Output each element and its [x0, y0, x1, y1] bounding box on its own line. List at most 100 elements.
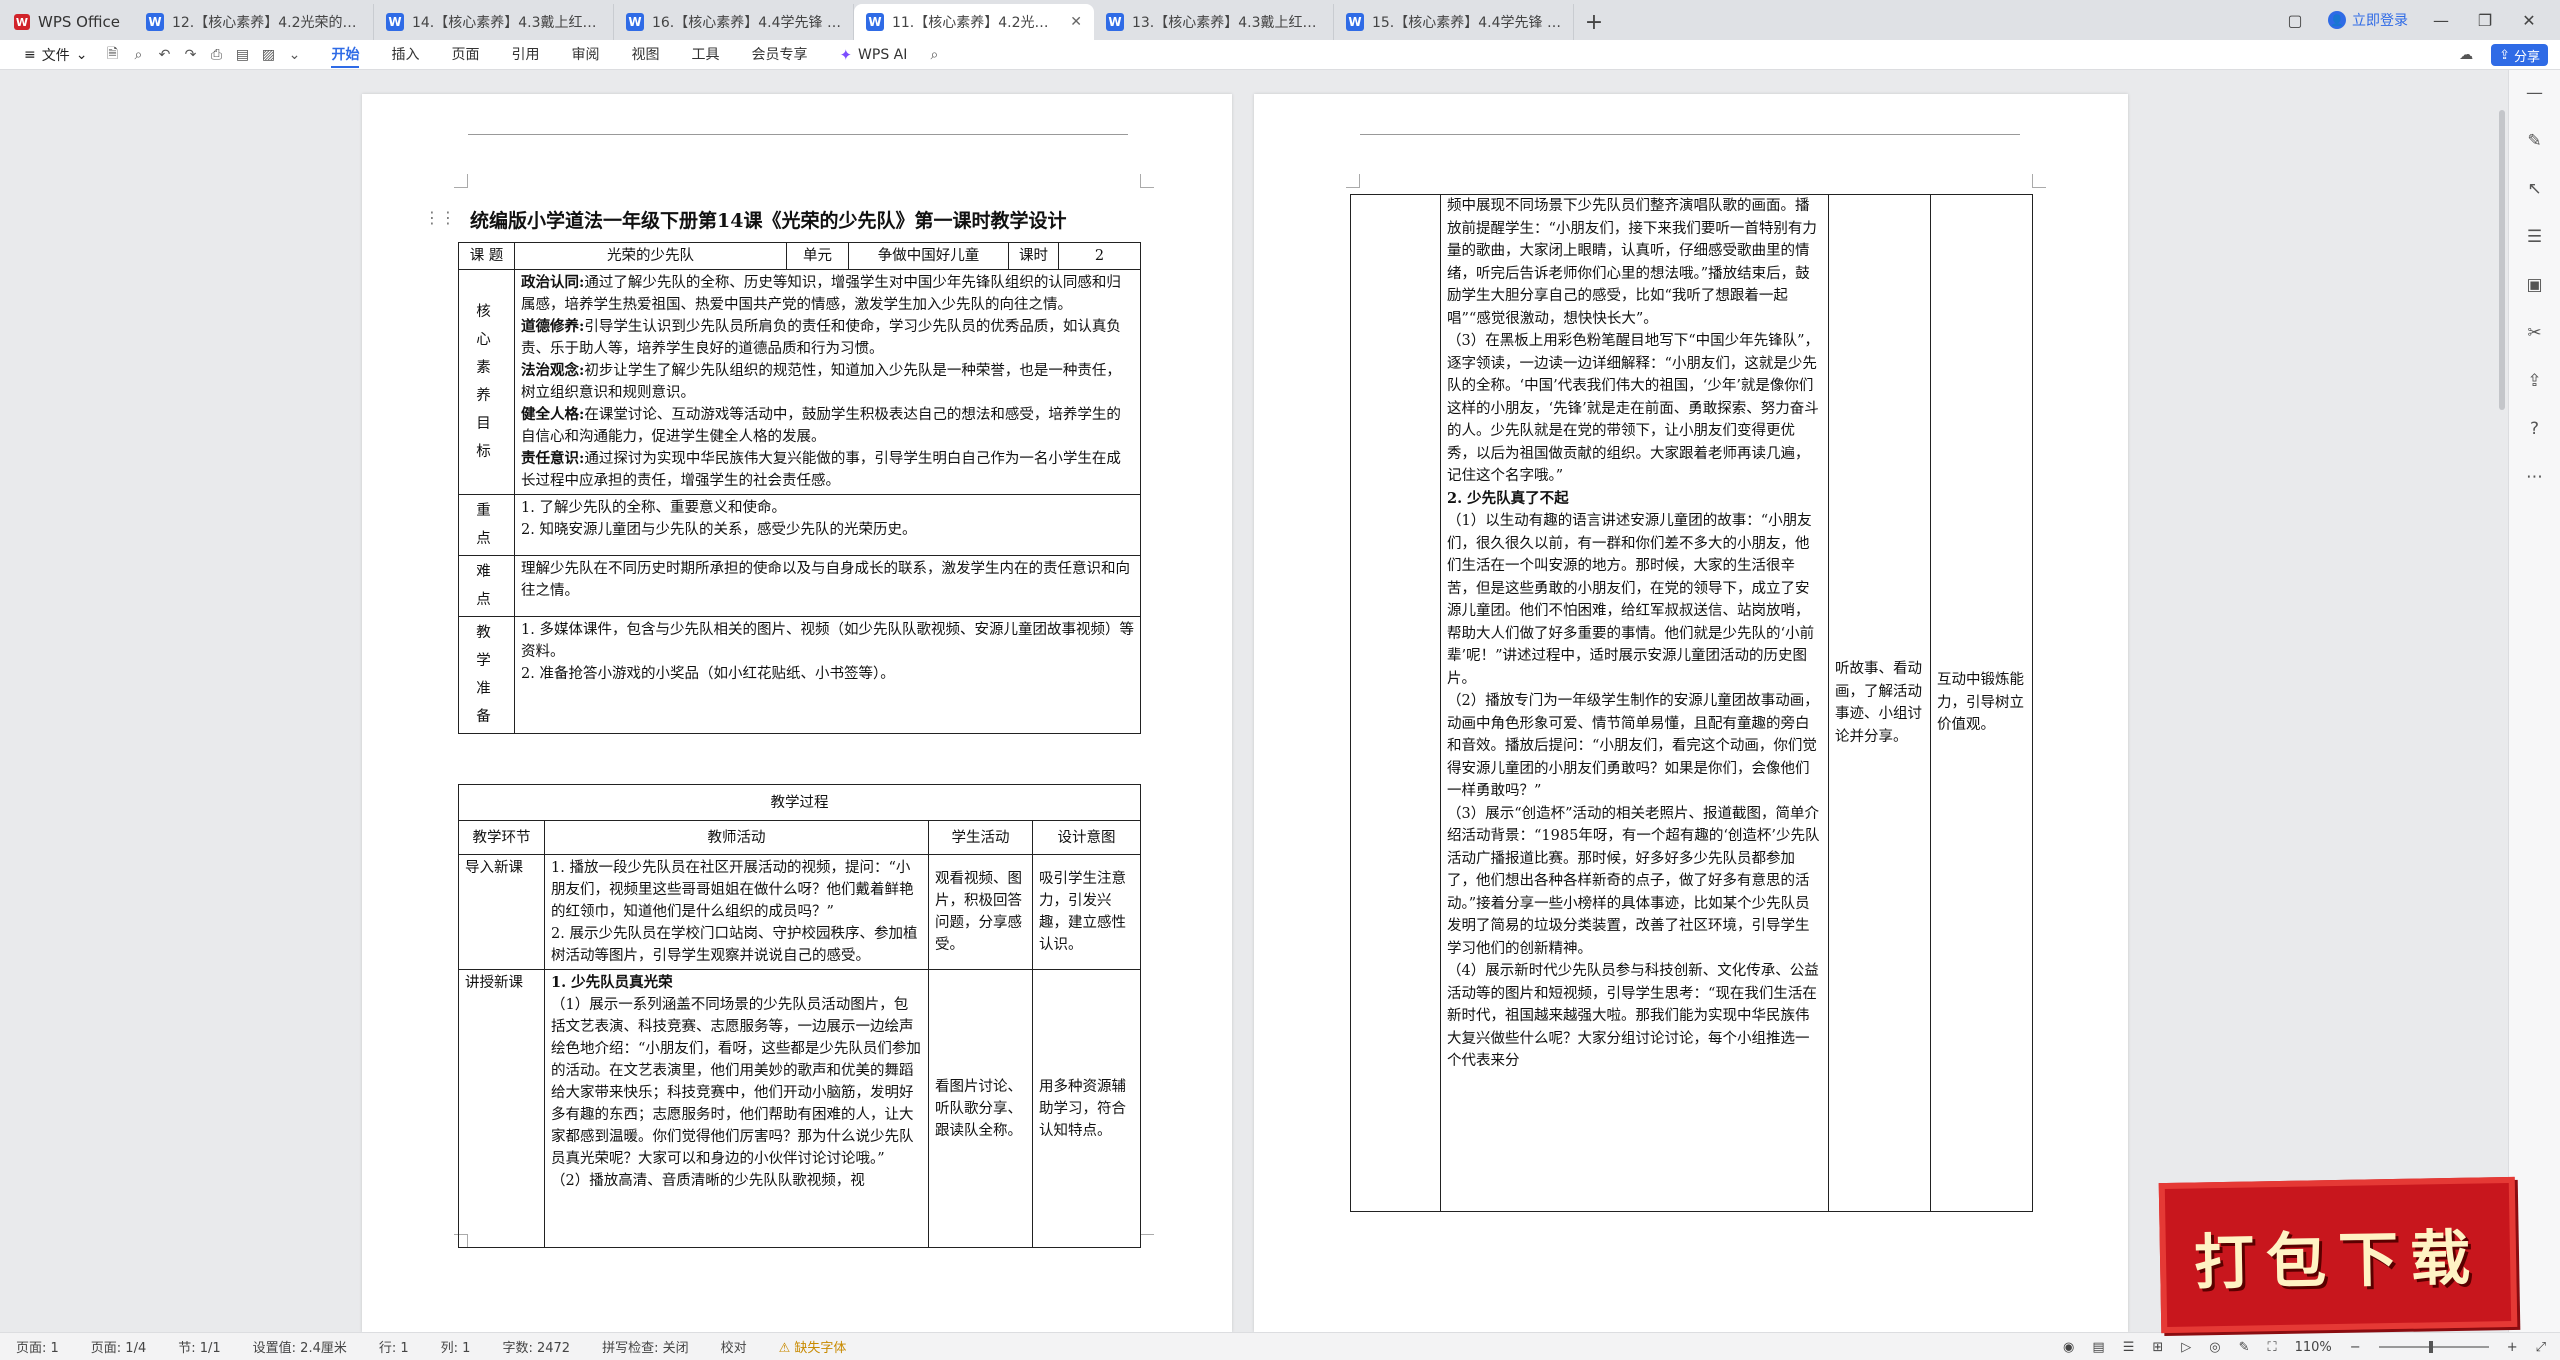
value-period[interactable]: 2	[1058, 242, 1141, 270]
status-spellcheck[interactable]: 拼写检查: 关闭	[586, 1337, 705, 1356]
pen-icon[interactable]: ✎	[2522, 128, 2548, 154]
cloud-sync-icon[interactable]: ☁	[2455, 44, 2477, 66]
close-window-icon[interactable]: ✕	[2518, 11, 2540, 30]
col-header-teacher: 教师活动	[544, 820, 929, 855]
format-painter-icon[interactable]: ▨	[257, 44, 279, 66]
header-line	[1360, 134, 2020, 135]
share-button[interactable]: ⇪ 分享	[2491, 44, 2548, 66]
status-pages[interactable]: 页面: 1/4	[75, 1337, 162, 1356]
doc-tab-2[interactable]: W 14.【核心素养】4.3戴上红领巾 第2课时	[374, 4, 614, 40]
minimize-icon[interactable]: —	[2430, 11, 2452, 30]
outline-view-icon[interactable]: ⊞	[2152, 1340, 2163, 1355]
vertical-scrollbar[interactable]	[2496, 70, 2508, 1332]
word-doc-icon: W	[1345, 13, 1364, 31]
eye-protection-icon[interactable]: ◉	[2063, 1340, 2074, 1355]
doc-tab-3[interactable]: W 16.【核心素养】4.4学先锋 做先锋 第2课时	[614, 4, 854, 40]
doc-tab-6[interactable]: W 15.【核心素养】4.4学先锋 做先锋 第1课时	[1334, 4, 1574, 40]
image-icon[interactable]: ▣	[2522, 272, 2548, 298]
key-points[interactable]: 1. 了解少先队的全称、重要意义和使命。 2. 知晓安源儿童团与少先队的关系，感…	[514, 494, 1141, 556]
doc-tab-1[interactable]: W 12.【核心素养】4.2光荣的少先队 第2课时	[134, 4, 374, 40]
settings-sliders-icon[interactable]: ☰	[2522, 224, 2548, 250]
save-icon[interactable]: 🗎	[101, 44, 123, 66]
status-col[interactable]: 列: 1	[425, 1337, 487, 1356]
zoom-out-icon[interactable]: −	[2350, 1340, 2361, 1355]
play-icon[interactable]: ▷	[2181, 1340, 2191, 1355]
status-page[interactable]: 页面: 1	[0, 1337, 75, 1356]
zoom-slider-knob[interactable]	[2428, 1341, 2433, 1353]
tab-review[interactable]: 审阅	[555, 40, 615, 70]
select-cursor-icon[interactable]: ↖	[2522, 176, 2548, 202]
tab-member[interactable]: 会员专享	[735, 40, 823, 70]
page-view-icon[interactable]: ▤	[2092, 1340, 2104, 1355]
core-literacy-goals[interactable]: 政治认同:通过了解少先队的全称、历史等知识，增强学生对中国少年先锋队组织的认同感…	[514, 269, 1141, 495]
tab-home[interactable]: 开始	[315, 40, 375, 70]
search-icon[interactable]: ⌕	[923, 44, 945, 66]
header-line	[468, 134, 1128, 135]
status-proofread[interactable]: 校对	[705, 1337, 763, 1356]
collapse-icon[interactable]: —	[2522, 80, 2548, 106]
zoom-slider[interactable]	[2378, 1341, 2489, 1353]
status-section[interactable]: 节: 1/1	[162, 1337, 236, 1356]
tab-page[interactable]: 页面	[435, 40, 495, 70]
restore-icon[interactable]: ❐	[2474, 11, 2496, 30]
doc-tab-label: 14.【核心素养】4.3戴上红领巾 第2课时	[411, 15, 601, 31]
find-icon[interactable]: ⌕	[127, 44, 149, 66]
difficulty-text[interactable]: 理解少先队在不同历史时期所承担的使命以及与自身成长的联系，激发学生内在的责任意识…	[514, 555, 1141, 617]
document-workspace[interactable]: ⋮⋮ 统编版小学道法一年级下册第14课《光荣的少先队》第一课时教学设计 课 题 …	[0, 70, 2508, 1332]
preparation[interactable]: 1. 多媒体课件，包含与少先队相关的图片、视频（如少先队队歌视频、安源儿童团故事…	[514, 616, 1141, 734]
wps-home-tab[interactable]: W WPS Office	[0, 4, 134, 40]
fullscreen-icon[interactable]: ⤢	[2536, 1340, 2546, 1355]
tab-references[interactable]: 引用	[495, 40, 555, 70]
close-icon[interactable]: ✕	[1070, 14, 1082, 30]
value-unit[interactable]: 争做中国好儿童	[848, 242, 1009, 270]
fit-page-icon[interactable]: ⛶	[2268, 1340, 2277, 1355]
tab-view[interactable]: 视图	[615, 40, 675, 70]
scroll-thumb[interactable]	[2499, 110, 2505, 410]
web-view-icon[interactable]: ☰	[2123, 1340, 2135, 1355]
download-banner[interactable]: 打包下载	[2158, 1176, 2518, 1334]
redo-icon[interactable]: ↷	[179, 44, 201, 66]
intro-design-intent[interactable]: 吸引学生注意力，引发兴趣，建立感性认识。	[1032, 854, 1141, 970]
document-page-1[interactable]: ⋮⋮ 统编版小学道法一年级下册第14课《光荣的少先队》第一课时教学设计 课 题 …	[362, 94, 1232, 1332]
zoom-level[interactable]: 110%	[2295, 1340, 2332, 1355]
value-topic[interactable]: 光荣的少先队	[514, 242, 787, 270]
status-settings[interactable]: 设置值: 2.4厘米	[237, 1337, 363, 1356]
document-page-2[interactable]: 频中展现不同场景下少先队员们整齐演唱队歌的画面。播放前提醒学生：“小朋友们，接下…	[1254, 94, 2128, 1332]
status-row[interactable]: 行: 1	[363, 1337, 425, 1356]
label-preparation: 教 学 准 备	[458, 616, 515, 734]
undo-icon[interactable]: ↶	[153, 44, 175, 66]
print-icon[interactable]: ⎙	[205, 44, 227, 66]
status-words[interactable]: 字数: 2472	[486, 1337, 586, 1356]
doc-tab-5[interactable]: W 13.【核心素养】4.3戴上红领巾 第1课时	[1094, 4, 1334, 40]
more-icon[interactable]: ⋯	[2522, 464, 2548, 490]
status-missing-font[interactable]: ⚠ 缺失字体	[763, 1337, 863, 1356]
window-layout-icon[interactable]: ▢	[2284, 11, 2306, 30]
doc-tab-4-active[interactable]: W 11.【核心素养】4.2光荣的少先队 第1课时 ✕	[853, 4, 1094, 40]
file-menu[interactable]: ≡ 文件 ⌄	[14, 45, 97, 65]
lecture-design-intent[interactable]: 用多种资源辅助学习，符合认知特点。	[1032, 969, 1141, 1248]
new-tab-plus-icon[interactable]: +	[1574, 4, 1614, 40]
pen-mode-icon[interactable]: ✎	[2239, 1340, 2250, 1355]
tools-icon[interactable]: ✂	[2522, 320, 2548, 346]
drag-handle-icon[interactable]: ⋮⋮	[424, 208, 456, 227]
help-icon[interactable]: ?	[2522, 416, 2548, 442]
more-chevron-icon[interactable]: ⌄	[283, 44, 305, 66]
tab-insert[interactable]: 插入	[375, 40, 435, 70]
export-pdf-icon[interactable]: ▤	[231, 44, 253, 66]
login-link[interactable]: 👤 立即登录	[2328, 10, 2408, 30]
wps-ai-button[interactable]: ✦ WPS AI	[823, 46, 923, 64]
zoom-in-icon[interactable]: +	[2507, 1340, 2518, 1355]
tab-tools[interactable]: 工具	[675, 40, 735, 70]
globe-icon[interactable]: ◎	[2209, 1340, 2220, 1355]
document-title[interactable]: 统编版小学道法一年级下册第14课《光荣的少先队》第一课时教学设计	[470, 206, 1130, 233]
p2-design-intent[interactable]: 互动中锻炼能力，引导树立价值观。	[1930, 194, 2033, 1212]
intro-teacher-activity[interactable]: 1. 播放一段少先队员在社区开展活动的视频，提问：“小朋友们，视频里这些哥哥姐姐…	[544, 854, 929, 970]
p2-teacher-activity[interactable]: 频中展现不同场景下少先队员们整齐演唱队歌的画面。播放前提醒学生：“小朋友们，接下…	[1440, 194, 1829, 1212]
prep-line: 1. 多媒体课件，包含与少先队相关的图片、视频（如少先队队歌视频、安源儿童团故事…	[521, 622, 1134, 660]
intro-student-activity[interactable]: 观看视频、图片，积极回答问题，分享感受。	[928, 854, 1033, 970]
p2-student-activity[interactable]: 听故事、看动画，了解活动事迹、小组讨论并分享。	[1828, 194, 1931, 1212]
share-side-icon[interactable]: ⇪	[2522, 368, 2548, 394]
lecture-teacher-activity[interactable]: 1. 少先队员真光荣 （1）展示一系列涵盖不同场景的少先队员活动图片，包括文艺表…	[544, 969, 929, 1248]
lecture-student-activity[interactable]: 看图片讨论、听队歌分享、跟读队全称。	[928, 969, 1033, 1248]
title-tab-bar: W WPS Office W12.【核心素养】4.2光荣的少先队 第2课时 W1…	[0, 0, 2560, 40]
